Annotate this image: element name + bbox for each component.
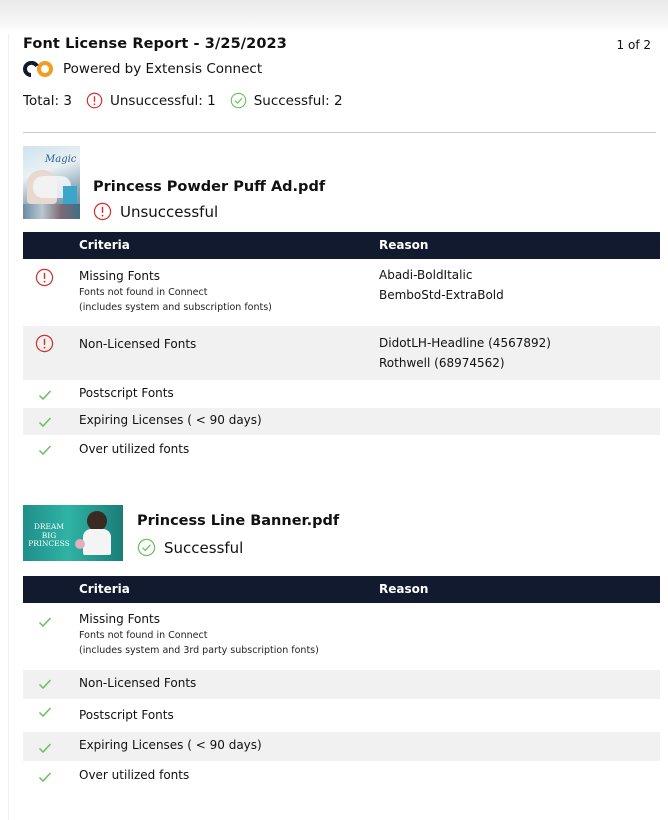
criteria-cell: Missing Fonts Fonts not found in Connect… [79, 610, 319, 658]
error-icon [35, 268, 54, 287]
criteria-label: Postscript Fonts [79, 386, 174, 400]
thumbnail-text: DREAM BIG PRINCESS [28, 522, 70, 548]
criteria-label: Non-Licensed Fonts [79, 676, 197, 690]
successful-count: Successful: 2 [253, 92, 343, 109]
success-circle-icon [230, 92, 246, 109]
reason-item: Abadi-BoldItalic [379, 268, 473, 282]
page-number: 1 of 2 [616, 38, 651, 52]
document-thumbnail: DREAM BIG PRINCESS [23, 505, 123, 561]
criteria-subtext: (includes system and subscription fonts) [79, 302, 272, 313]
criteria-subtext: Fonts not found in Connect [79, 287, 208, 298]
check-icon [38, 445, 52, 456]
document-status: Successful [137, 538, 243, 557]
error-icon [93, 202, 112, 221]
reason-item: BemboStd-ExtraBold [379, 288, 504, 302]
criteria-label: Missing Fonts [79, 269, 160, 283]
column-reason: Reason [379, 582, 429, 596]
column-criteria: Criteria [79, 238, 130, 252]
check-icon [38, 743, 52, 754]
table-row: Missing Fonts Fonts not found in Connect… [23, 259, 660, 326]
criteria-label: Expiring Licenses ( < 90 days) [79, 413, 262, 427]
table-row: Over utilized fonts [23, 435, 660, 465]
table-header: Criteria Reason [23, 576, 660, 603]
table-row: Non-Licensed Fonts [23, 670, 660, 699]
divider [23, 132, 656, 133]
check-icon [38, 707, 52, 718]
powered-by: Powered by Extensis Connect [23, 61, 262, 77]
table-row: Missing Fonts Fonts not found in Connect… [23, 603, 660, 670]
criteria-cell: Missing Fonts Fonts not found in Connect… [79, 267, 272, 315]
table-row: Over utilized fonts [23, 761, 660, 791]
powered-by-label: Powered by Extensis Connect [63, 61, 263, 77]
table-row: Expiring Licenses ( < 90 days) [23, 408, 660, 435]
document-name: Princess Line Banner.pdf [137, 513, 340, 529]
reason-item: Rothwell (68974562) [379, 356, 505, 370]
success-circle-icon [137, 538, 156, 557]
document-status-label: Successful [164, 538, 244, 557]
totals-summary: Total: 3 Unsuccessful: 1 Successful: 2 [23, 92, 343, 109]
document-status-label: Unsuccessful [120, 202, 219, 221]
criteria-table: Criteria Reason Missing Fonts Fonts not … [23, 576, 660, 791]
check-icon [38, 417, 52, 428]
document-status: Unsuccessful [93, 202, 218, 221]
criteria-label: Over utilized fonts [79, 442, 190, 456]
criteria-table: Criteria Reason Missing Fonts Fonts not … [23, 232, 660, 465]
error-icon [35, 334, 54, 353]
column-criteria: Criteria [79, 582, 130, 596]
criteria-label: Postscript Fonts [79, 708, 174, 722]
document-name: Princess Powder Puff Ad.pdf [93, 179, 326, 195]
criteria-label: Over utilized fonts [79, 768, 190, 782]
reason-item: DidotLH-Headline (4567892) [379, 336, 551, 350]
criteria-label: Expiring Licenses ( < 90 days) [79, 738, 262, 752]
table-header: Criteria Reason [23, 232, 660, 259]
report-page: Font License Report - 3/25/2023 1 of 2 P… [0, 0, 668, 820]
table-row: Postscript Fonts [23, 699, 660, 732]
table-row: Non-Licensed Fonts DidotLH-Headline (456… [23, 326, 660, 380]
report-title: Font License Report - 3/25/2023 [23, 36, 287, 52]
unsuccessful-summary: Unsuccessful: 1 [86, 92, 216, 109]
column-reason: Reason [379, 238, 429, 252]
document-thumbnail: Magic [23, 146, 80, 219]
table-row: Expiring Licenses ( < 90 days) [23, 732, 660, 761]
unsuccessful-count: Unsuccessful: 1 [109, 92, 216, 109]
error-icon [86, 92, 103, 109]
check-icon [38, 679, 52, 690]
total-count: Total: 3 [23, 92, 72, 109]
check-icon [38, 617, 52, 628]
criteria-label: Non-Licensed Fonts [79, 337, 197, 351]
reason-cell: Abadi-BoldItalic BemboStd-ExtraBold [379, 265, 504, 305]
check-icon [38, 772, 52, 783]
criteria-subtext: Fonts not found in Connect [79, 630, 208, 641]
table-row: Postscript Fonts [23, 380, 660, 408]
check-icon [38, 390, 52, 401]
page-edge [8, 34, 9, 820]
extensis-logo-icon [23, 61, 53, 77]
reason-cell: DidotLH-Headline (4567892) Rothwell (689… [379, 333, 551, 373]
thumbnail-text: Magic [45, 154, 77, 165]
successful-summary: Successful: 2 [230, 92, 343, 109]
criteria-label: Missing Fonts [79, 612, 160, 626]
criteria-subtext: (includes system and 3rd party subscript… [79, 645, 319, 656]
